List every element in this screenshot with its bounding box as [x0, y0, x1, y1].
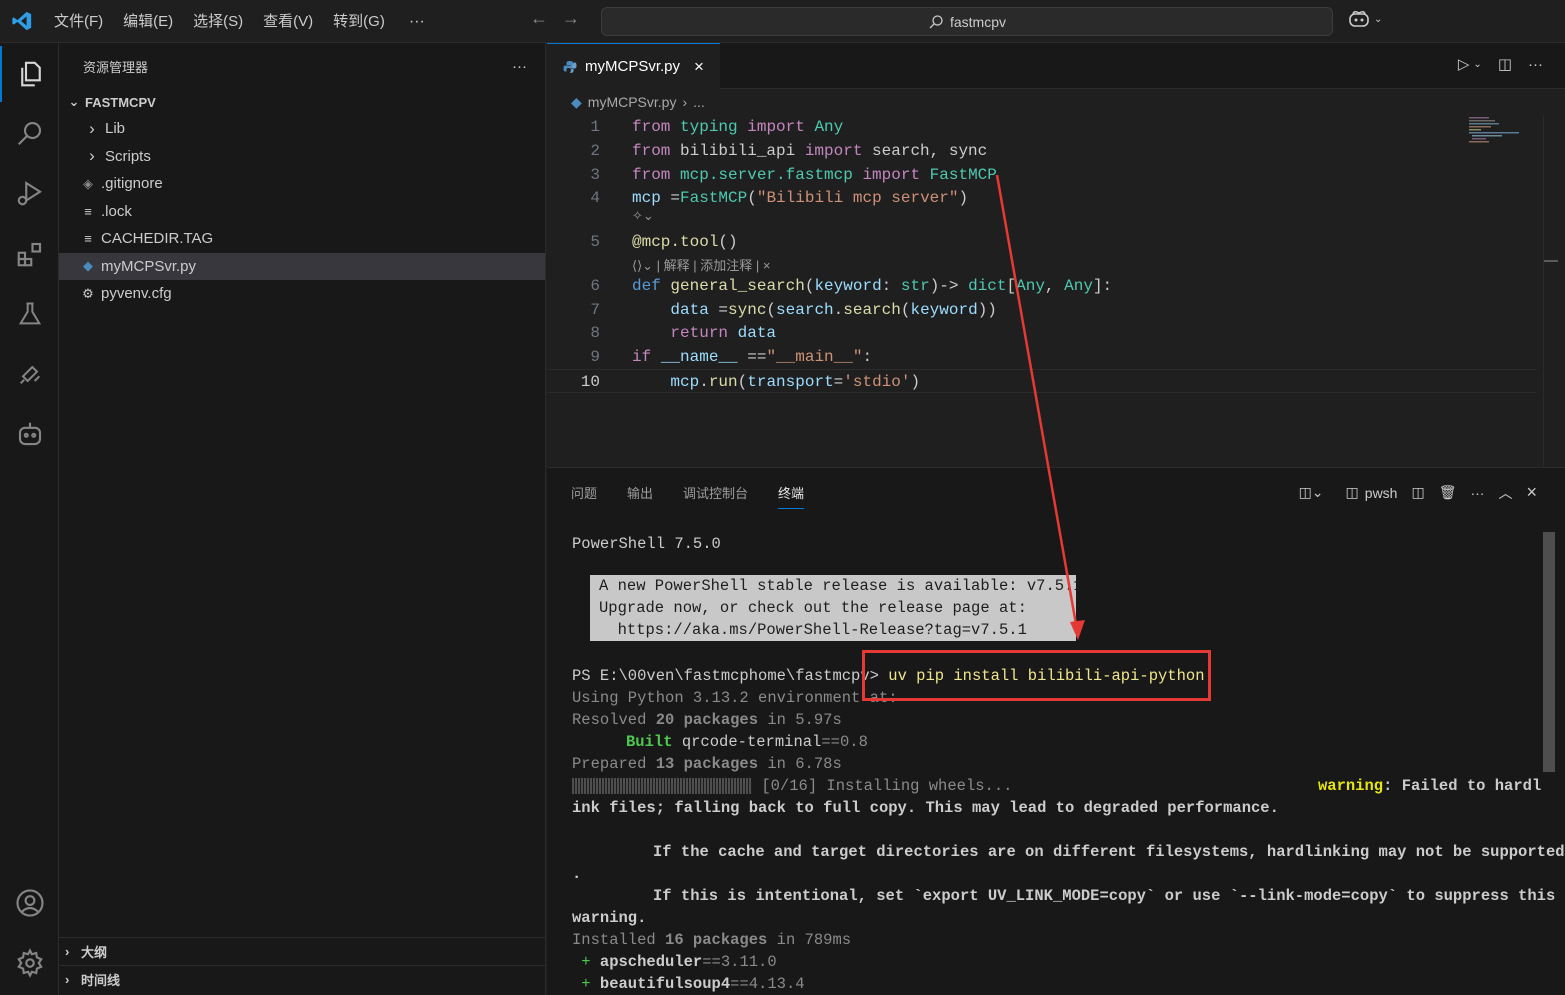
annotation-arrow: [995, 174, 1085, 640]
